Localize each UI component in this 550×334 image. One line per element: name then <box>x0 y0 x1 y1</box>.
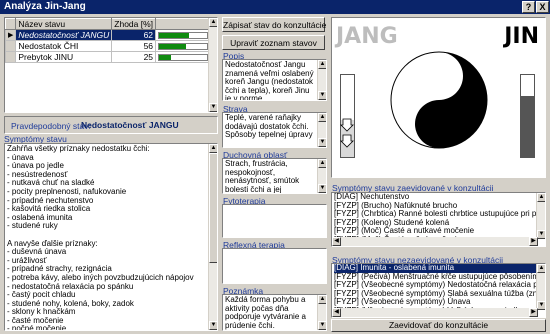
match-bar-cell <box>155 29 212 41</box>
state-name-cell[interactable]: Nedostatočnosť JANGU <box>15 29 113 41</box>
poznamka-textbox[interactable]: Každá forma pohybu a aktivity počas dňa … <box>222 294 327 331</box>
match-bar-cell <box>155 51 212 63</box>
reflex-text <box>223 249 326 251</box>
jin-label: JIN <box>504 24 539 49</box>
match-progress-fill <box>159 43 186 49</box>
scroll-thumb[interactable] <box>209 153 217 263</box>
unrecorded-listbox[interactable]: [DIAG] Imunita - oslabená imunita [FYZP] … <box>331 263 546 318</box>
close-button[interactable]: X <box>536 1 549 13</box>
jin-level-fill <box>521 95 534 157</box>
dusevna-vscroll[interactable]: ▲ ▼ <box>317 159 326 193</box>
scroll-down-icon[interactable]: ▼ <box>318 91 326 100</box>
row-indicator-header <box>5 18 17 30</box>
symptoms-text: Zahŕňa všetky príznaky nedostatku čchi: -… <box>5 144 217 331</box>
column-header-bar <box>155 18 211 30</box>
probable-state-box: Pravdepodobný stav: Nedostatočnosť JANGU <box>4 116 218 134</box>
close-icon: X <box>539 2 546 12</box>
popis-text: Nedostatočnosť Jangu znamená veľmi oslab… <box>225 60 314 101</box>
jin-level-gauge <box>520 74 535 158</box>
probable-state-label: Pravdepodobný stav: <box>11 121 91 131</box>
poznamka-text: Každá forma pohybu a aktivity počas dňa … <box>225 295 306 330</box>
scroll-right-icon[interactable]: ▶ <box>529 308 538 317</box>
table-row[interactable]: Prebytok JINU 25 <box>5 51 212 63</box>
edit-list-button[interactable]: Upraviť zoznam stavov <box>222 35 325 50</box>
state-name-cell[interactable]: Nedostatok ČHI <box>15 40 113 52</box>
dusevna-text: Strach, frustrácia, nespokojnosť, nenásy… <box>225 159 300 194</box>
column-header-name[interactable]: Název stavu <box>15 18 113 30</box>
states-table: Název stavu Zhoda [%] ▶ Nedostatočnosť JA… <box>5 18 212 63</box>
help-icon: ? <box>525 2 532 12</box>
down-arrows-icon <box>340 118 354 148</box>
list-item: - studené ruky <box>7 221 58 231</box>
table-row[interactable]: Nedostatok ČHI 56 <box>5 40 212 52</box>
scroll-down-icon[interactable]: ▼ <box>209 321 217 330</box>
scroll-up-icon[interactable]: ▲ <box>318 295 326 304</box>
fyto-textbox[interactable] <box>222 204 327 238</box>
scroll-up-icon[interactable]: ▲ <box>318 159 326 168</box>
match-bar-cell <box>155 40 212 52</box>
help-button[interactable]: ? <box>522 1 535 13</box>
match-progress-fill <box>159 54 172 60</box>
match-progress-bar <box>158 42 209 50</box>
recorded-vscroll[interactable]: ▲ ▼ <box>536 193 545 239</box>
row-indicator <box>5 40 17 52</box>
row-indicator: ▶ <box>5 29 17 41</box>
dusevna-textbox[interactable]: Strach, frustrácia, nespokojnosť, nenásy… <box>222 158 327 194</box>
match-progress-bar <box>158 31 209 39</box>
scroll-up-icon[interactable]: ▲ <box>537 264 545 273</box>
unrecorded-hscroll[interactable]: ◀ ▶ <box>332 308 538 317</box>
reflex-textbox[interactable] <box>222 248 327 284</box>
match-progress-bar <box>158 53 209 61</box>
match-value-cell[interactable]: 25 <box>111 51 157 63</box>
popis-textbox[interactable]: Nedostatočnosť Jangu znamená veľmi oslab… <box>222 59 327 101</box>
scroll-down-icon[interactable]: ▼ <box>537 301 545 310</box>
yinyang-icon <box>390 51 488 149</box>
state-name-cell[interactable]: Prebytok JINU <box>15 51 113 63</box>
scroll-up-icon[interactable]: ▲ <box>318 113 326 122</box>
match-value-cell[interactable]: 62 <box>111 29 157 41</box>
scroll-down-icon[interactable]: ▼ <box>318 138 326 147</box>
scroll-up-icon[interactable]: ▲ <box>537 193 545 202</box>
strava-vscroll[interactable]: ▲ ▼ <box>317 113 326 147</box>
poznamka-vscroll[interactable]: ▲ ▼ <box>317 295 326 330</box>
states-grid[interactable]: Název stavu Zhoda [%] ▶ Nedostatočnosť JA… <box>4 17 218 113</box>
scroll-left-icon[interactable]: ◀ <box>332 308 341 317</box>
table-row[interactable]: ▶ Nedostatočnosť JANGU 62 <box>5 29 212 41</box>
recorded-hscroll[interactable]: ◀ ▶ <box>332 237 538 246</box>
grid-vscroll[interactable]: ▲ ▼ <box>208 18 217 112</box>
scroll-up-icon[interactable]: ▲ <box>209 18 217 27</box>
strava-textbox[interactable]: Teplé, varené raňajky dodávajú dostatok … <box>222 112 327 148</box>
scroll-down-icon[interactable]: ▼ <box>209 103 217 112</box>
scroll-left-icon[interactable]: ◀ <box>332 237 341 246</box>
scroll-up-icon[interactable]: ▲ <box>318 60 326 69</box>
window-title: Analýza Jin-Jang <box>4 1 86 12</box>
probable-state-value: Nedostatočnosť JANGU <box>81 120 179 130</box>
add-to-consultation-button[interactable]: Zaevidovať do konzultácie <box>331 319 546 332</box>
title-bar: Analýza Jin-Jang <box>0 0 550 14</box>
yinyang-panel: JANG JIN <box>331 17 546 178</box>
match-value-cell[interactable]: 56 <box>111 40 157 52</box>
strava-text: Teplé, varené raňajky dodávajú dostatok … <box>225 113 313 140</box>
symptoms-textbox[interactable]: Zahŕňa všetky príznaky nedostatku čchi: -… <box>4 143 218 331</box>
scroll-down-icon[interactable]: ▼ <box>318 184 326 193</box>
row-indicator <box>5 51 17 63</box>
column-header-match[interactable]: Zhoda [%] <box>111 18 157 30</box>
list-item: Zahŕňa všetky príznaky nedostatku čchi: <box>7 144 150 153</box>
grid-header-row: Název stavu Zhoda [%] <box>5 18 211 30</box>
list-item: - nočné močenie <box>7 324 67 331</box>
scroll-up-icon[interactable]: ▲ <box>209 144 217 153</box>
match-progress-fill <box>159 32 189 38</box>
unrecorded-vscroll[interactable]: ▲ ▼ <box>536 264 545 310</box>
write-state-button[interactable]: Zápisať stav do konzultácie <box>222 17 326 32</box>
scroll-down-icon[interactable]: ▼ <box>318 321 326 330</box>
fyto-text <box>223 205 326 207</box>
symptoms-vscroll[interactable]: ▲ ▼ <box>208 144 217 330</box>
scroll-down-icon[interactable]: ▼ <box>537 230 545 239</box>
jang-label: JANG <box>336 24 398 49</box>
recorded-listbox[interactable]: [DIAG] Nechutenstvo [FYZP] (Brucho) Nafúk… <box>331 192 546 247</box>
scroll-right-icon[interactable]: ▶ <box>529 237 538 246</box>
popis-vscroll[interactable]: ▲ ▼ <box>317 60 326 100</box>
